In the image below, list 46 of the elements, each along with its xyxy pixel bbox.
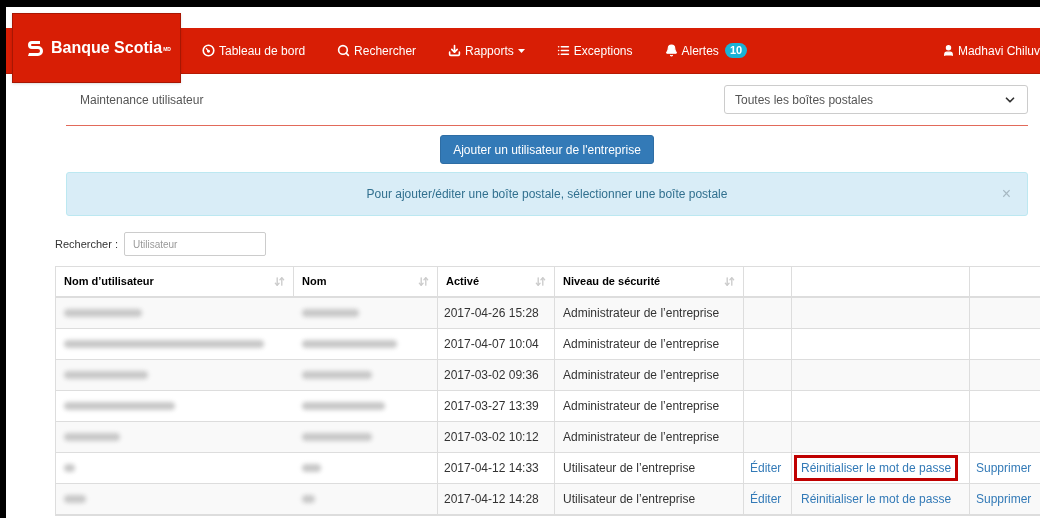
column-header[interactable]: Nom d’utilisateur — [64, 273, 154, 290]
bank-logo-icon — [25, 38, 45, 58]
edit-link[interactable]: Éditer — [750, 490, 782, 508]
list-icon — [556, 44, 570, 57]
brand-logo[interactable]: Banque Scotia$^{MD}$ — [12, 13, 181, 83]
alert-message: Pour ajouter/éditer une boîte postale, sélectionner une boîte postale — [366, 186, 728, 203]
table-cell: 2017-04-26 15:28 — [438, 298, 555, 328]
delete-link[interactable]: Supprimer — [976, 459, 1032, 477]
column-header[interactable]: Niveau de sécurité — [563, 273, 661, 290]
reset-password-link[interactable]: Réinitialiser le mot de passe — [794, 455, 959, 481]
table-cell: 2017-04-07 10:04 — [438, 329, 555, 359]
gauge-icon — [202, 44, 215, 57]
table-cell: 2017-03-02 10:12 — [438, 422, 555, 452]
nav-link[interactable]: Tableau de bord — [202, 41, 306, 60]
user-menu[interactable]: Madhavi Chiluv — [941, 41, 1040, 60]
table-cell: 2017-04-12 14:28 — [438, 484, 555, 514]
alert-count-badge: 10 — [724, 43, 748, 58]
add-user-button[interactable]: Ajouter un utilisateur de l'entreprise — [440, 135, 654, 164]
table-cell: Administrateur de l’entreprise — [555, 360, 744, 390]
nav-link[interactable]: Alertes 10 — [664, 41, 748, 60]
column-header[interactable]: Activé — [446, 273, 480, 290]
reset-password-link[interactable]: Réinitialiser le mot de passe — [794, 486, 959, 512]
delete-link[interactable]: Supprimer — [976, 490, 1032, 508]
nav-link[interactable]: Rapports — [448, 41, 525, 60]
search-label: Rechercher : — [55, 236, 118, 252]
table-cell: Administrateur de l’entreprise — [555, 329, 744, 359]
user-icon — [941, 44, 955, 57]
table-cell: 2017-03-02 09:36 — [438, 360, 555, 390]
bell-icon — [664, 44, 678, 57]
table-cell: 2017-03-27 13:39 — [438, 391, 555, 421]
download-icon — [448, 44, 462, 57]
page-title: Maintenance utilisateur — [80, 91, 204, 109]
column-header[interactable]: Nom — [302, 273, 327, 290]
brand-name: Banque Scotia$^{MD}$ — [51, 38, 171, 58]
table-cell: Utilisateur de l’entreprise — [555, 484, 744, 514]
nav-link[interactable]: Rechercher — [337, 41, 417, 60]
table-cell: Administrateur de l’entreprise — [555, 391, 744, 421]
search-field[interactable]: Utilisateur — [124, 232, 266, 256]
table-cell: Administrateur de l’entreprise — [555, 422, 744, 452]
mailbox-select[interactable]: Toutes les boîtes postales — [724, 85, 1028, 114]
search-icon — [337, 44, 351, 57]
edit-link[interactable]: Éditer — [750, 459, 782, 477]
table-cell: 2017-04-12 14:33 — [438, 453, 555, 483]
nav-link[interactable]: Exceptions — [556, 41, 633, 60]
table-cell: Administrateur de l’entreprise — [555, 298, 744, 328]
table-cell: Utilisateur de l’entreprise — [555, 453, 744, 483]
